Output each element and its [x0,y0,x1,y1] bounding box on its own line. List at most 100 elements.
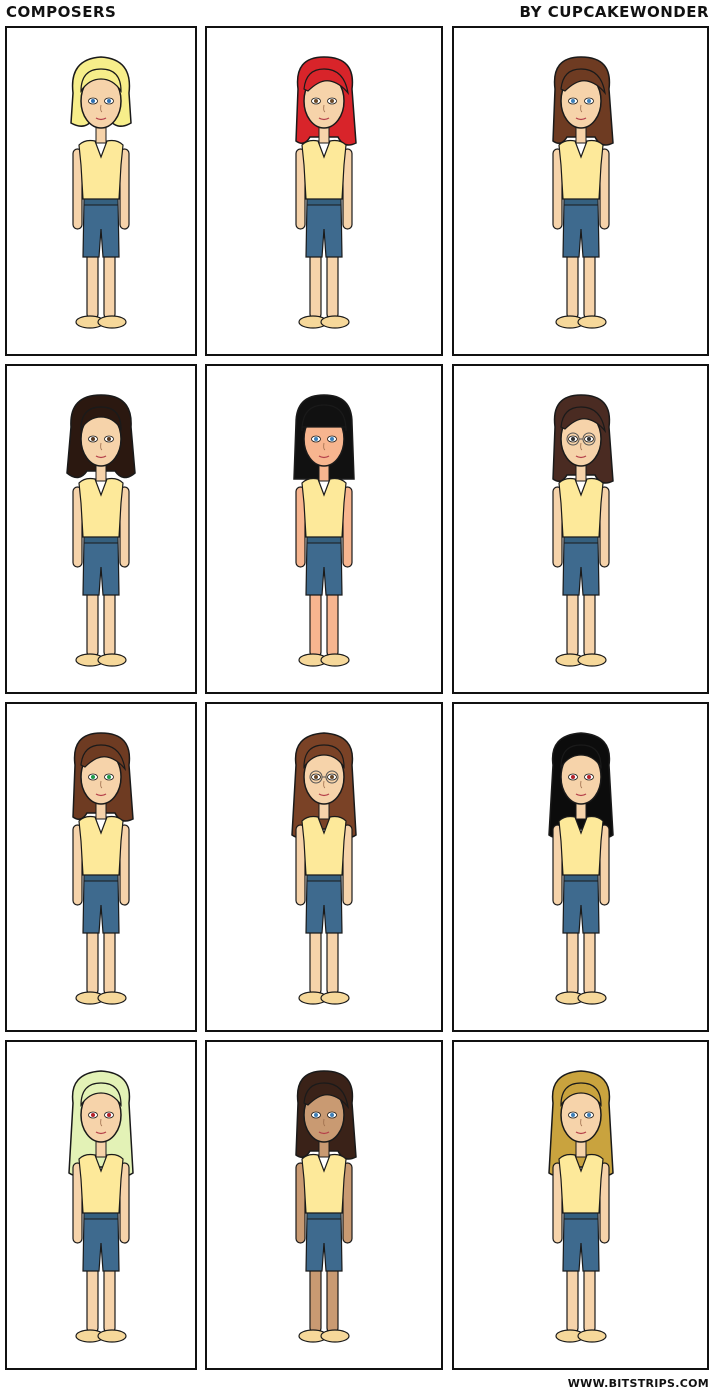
belt-shape [83,874,119,882]
right-iris-shape [107,775,111,779]
right-shoe-shape [320,315,350,329]
left-iris-shape [570,437,575,441]
character-illustration [547,1070,614,1343]
right-shoe-shape [320,1329,350,1343]
shirt-shape [557,477,604,538]
neck-shape [95,126,107,144]
shorts-shape [305,536,343,596]
right-iris-shape [107,437,111,441]
left-iris-shape [91,775,95,779]
neck-shape [575,802,586,820]
right-shoe-shape [576,991,607,1005]
left-iris-shape [314,437,318,441]
watermark-footer: WWW.BITSTRIPS.COM [567,1377,709,1390]
right-iris-shape [107,1113,111,1117]
character-illustration [66,394,136,667]
neck-shape [575,1140,586,1158]
belt-shape [83,536,119,544]
left-iris-shape [314,775,318,779]
character-illustration [551,394,614,667]
comic-panel [452,26,709,356]
shorts-shape [82,874,120,934]
left-iris-shape [314,1113,318,1117]
shorts-shape [305,198,343,258]
comic-panel [5,364,197,694]
neck-shape [318,464,330,482]
character-illustration [291,732,357,1005]
character-illustration [68,1070,134,1343]
right-shoe-shape [97,653,127,667]
comic-panel [452,364,709,694]
right-shoe-shape [320,991,350,1005]
character-illustration [72,732,134,1005]
character-illustration [293,394,355,667]
shorts-shape [305,1212,343,1272]
comic-panel [5,1040,197,1370]
right-iris-shape [586,775,591,779]
belt-shape [563,536,598,544]
neck-shape [318,126,330,144]
right-shoe-shape [97,991,127,1005]
right-shoe-shape [97,315,127,329]
comic-panel [5,26,197,356]
neck-shape [95,1140,107,1158]
shorts-shape [561,198,600,258]
right-shoe-shape [576,315,607,329]
belt-shape [563,198,598,206]
right-iris-shape [586,437,591,441]
shorts-shape [305,874,343,934]
character-illustration [70,56,132,329]
shirt-shape [78,815,124,876]
comic-panel [205,26,443,356]
shirt-shape [557,139,604,200]
shorts-shape [82,198,120,258]
right-shoe-shape [97,1329,127,1343]
left-iris-shape [91,1113,95,1117]
comic-panel [452,702,709,1032]
right-iris-shape [107,99,111,103]
comic-panel [452,1040,709,1370]
shorts-shape [82,1212,120,1272]
neck-shape [95,464,107,482]
character-illustration [295,1070,357,1343]
neck-shape [318,1140,330,1158]
belt-shape [306,536,342,544]
belt-shape [83,198,119,206]
right-iris-shape [330,775,334,779]
right-shoe-shape [576,653,607,667]
character-illustration [551,56,614,329]
right-iris-shape [586,99,591,103]
left-iris-shape [314,99,318,103]
belt-shape [563,874,598,882]
right-iris-shape [330,437,334,441]
shorts-shape [561,1212,600,1272]
comic-panel [205,702,443,1032]
right-iris-shape [586,1113,591,1117]
left-iris-shape [91,99,95,103]
neck-shape [575,126,586,144]
right-shoe-shape [320,653,350,667]
neck-shape [95,802,107,820]
belt-shape [83,1212,119,1220]
comic-title: COMPOSERS [6,3,117,21]
shirt-shape [301,1153,347,1214]
belt-shape [306,874,342,882]
comic-panel [5,702,197,1032]
left-iris-shape [570,99,575,103]
left-iris-shape [570,1113,575,1117]
shorts-shape [561,874,600,934]
shirt-shape [78,477,124,538]
shirt-shape [301,139,347,200]
belt-shape [306,198,342,206]
belt-shape [306,1212,342,1220]
character-illustration [295,56,357,329]
shirt-shape [301,477,347,538]
neck-shape [318,802,330,820]
right-iris-shape [330,99,334,103]
right-shoe-shape [576,1329,607,1343]
belt-shape [563,1212,598,1220]
shorts-shape [82,536,120,596]
comic-panel [205,364,443,694]
shirt-shape [78,139,124,200]
left-iris-shape [91,437,95,441]
